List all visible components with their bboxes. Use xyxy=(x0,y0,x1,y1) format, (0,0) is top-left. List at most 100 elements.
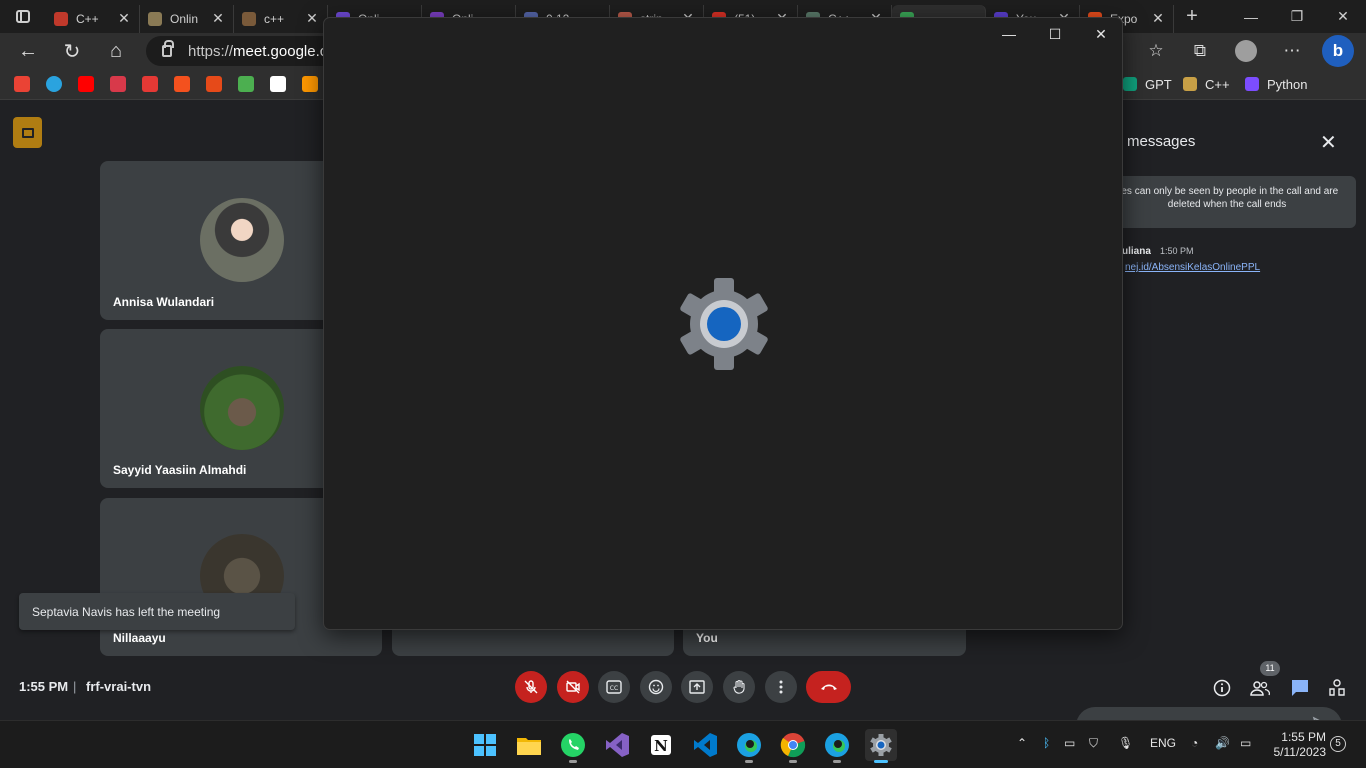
bing-icon[interactable]: b xyxy=(1322,35,1354,67)
meeting-time: 1:55 PM xyxy=(19,679,69,694)
tab-actions-icon xyxy=(16,10,30,23)
raise-hand-button[interactable] xyxy=(723,671,755,703)
leave-call-button[interactable] xyxy=(806,671,851,703)
language-indicator[interactable]: ENG xyxy=(1150,736,1176,750)
mic-off-icon xyxy=(524,680,538,694)
chat-icon[interactable] xyxy=(1289,677,1311,699)
file-explorer-icon[interactable] xyxy=(513,729,545,761)
meeting-details-icon[interactable] xyxy=(1211,677,1233,699)
notion-icon[interactable] xyxy=(270,76,286,92)
browser-tab[interactable]: Onlin ✕ xyxy=(140,4,234,33)
bookmark-label: Python xyxy=(1267,76,1308,92)
chrome-icon[interactable] xyxy=(777,729,809,763)
bookmark-icon[interactable] xyxy=(142,76,158,92)
bookmark-gpt[interactable]: GPT xyxy=(1123,76,1172,92)
close-icon[interactable]: ✕ xyxy=(1320,130,1337,155)
battery-icon[interactable]: ▭ xyxy=(1240,736,1251,750)
participant-count-badge: 11 xyxy=(1260,661,1280,676)
camera-toggle-button[interactable] xyxy=(557,671,589,703)
close-icon[interactable]: ✕ xyxy=(1320,0,1366,33)
minimize-icon[interactable]: — xyxy=(986,18,1032,50)
more-menu-icon[interactable]: ⋯ xyxy=(1278,37,1306,65)
url-scheme: https:// xyxy=(188,42,234,60)
clock-date: 5/11/2023 xyxy=(1273,745,1327,759)
back-icon[interactable]: ← xyxy=(14,37,42,65)
tray-app-icon[interactable]: ▭ xyxy=(1064,736,1075,750)
browser-window-controls: — ❐ ✕ xyxy=(1228,0,1366,33)
chat-notice: ges can only be seen by people in the ca… xyxy=(1098,176,1356,228)
present-screen-button[interactable] xyxy=(681,671,713,703)
tab-close-icon[interactable]: ✕ xyxy=(117,10,131,27)
more-options-button[interactable] xyxy=(765,671,797,703)
close-icon[interactable]: ✕ xyxy=(1078,18,1124,50)
telegram-icon[interactable] xyxy=(46,76,62,92)
reactions-button[interactable] xyxy=(640,671,672,703)
tab-favicon-icon xyxy=(242,11,256,26)
whatsapp-icon[interactable] xyxy=(557,729,589,763)
system-clock[interactable]: 1:55 PM 5/11/2023 xyxy=(1268,730,1327,760)
bookmark-label: C++ xyxy=(1205,76,1230,92)
bookmark-icon[interactable] xyxy=(206,76,222,92)
gmail-icon[interactable] xyxy=(14,76,30,92)
browser-tab[interactable]: c++ ✕ xyxy=(234,4,328,33)
bookmark-icon[interactable] xyxy=(174,76,190,92)
tab-close-icon[interactable]: ✕ xyxy=(211,10,225,27)
bookmark-python[interactable]: Python xyxy=(1245,76,1307,92)
people-icon[interactable] xyxy=(1249,677,1271,699)
present-icon xyxy=(689,680,705,694)
start-icon[interactable] xyxy=(469,729,501,761)
notification-toast: Septavia Navis has left the meeting xyxy=(19,593,295,630)
running-indicator xyxy=(745,760,753,763)
activities-icon[interactable] xyxy=(1326,677,1348,699)
minimize-icon[interactable]: — xyxy=(1228,0,1274,33)
tab-actions-button[interactable] xyxy=(0,0,46,33)
chat-panel: messages ✕ ges can only be seen by peopl… xyxy=(1098,114,1366,654)
bookmark-favicon-icon xyxy=(1183,77,1197,91)
bookmark-cpp[interactable]: C++ xyxy=(1183,76,1230,92)
tab-close-icon[interactable]: ✕ xyxy=(1151,10,1165,27)
bookmark-icon[interactable] xyxy=(110,76,126,92)
refresh-icon[interactable]: ↻ xyxy=(58,37,86,65)
notification-count-badge[interactable]: 5 xyxy=(1330,736,1346,752)
running-indicator xyxy=(833,760,841,763)
message-link[interactable]: nej.id/AbsensiKelasOnlinePPL xyxy=(1125,262,1260,273)
visual-studio-icon[interactable] xyxy=(601,729,633,761)
youtube-icon[interactable] xyxy=(78,76,94,92)
more-vert-icon xyxy=(779,680,783,694)
chevron-up-icon[interactable]: ⌃ xyxy=(1017,736,1027,750)
tab-favicon-icon xyxy=(54,11,68,26)
active-indicator xyxy=(874,760,888,763)
maximize-icon[interactable]: ☐ xyxy=(1032,18,1078,50)
shield-icon[interactable]: ⛉ xyxy=(1089,736,1098,751)
tab-title: C++ xyxy=(76,11,99,26)
profile-avatar[interactable] xyxy=(1232,37,1260,65)
participant-name: You xyxy=(696,631,718,645)
running-indicator xyxy=(789,760,797,763)
microphone-icon[interactable]: 🎙 xyxy=(1118,736,1133,750)
restore-icon[interactable]: ❐ xyxy=(1274,0,1320,33)
captions-button[interactable]: CC xyxy=(598,671,630,703)
bookmark-icon[interactable] xyxy=(238,76,254,92)
notion-app-icon[interactable]: N xyxy=(645,729,677,761)
tab-close-icon[interactable]: ✕ xyxy=(305,10,319,27)
message-time: 1:50 PM xyxy=(1160,246,1194,256)
new-tab-button[interactable]: + xyxy=(1174,5,1210,28)
collections-icon[interactable]: ⧉ xyxy=(1186,37,1214,65)
bluetooth-icon[interactable]: ᛒ xyxy=(1043,736,1050,750)
volume-icon[interactable]: 🔊 xyxy=(1215,736,1230,750)
browser-tab[interactable]: C++ ✕ xyxy=(46,4,140,33)
wifi-icon[interactable]: ◔ xyxy=(1191,736,1198,750)
vscode-icon[interactable] xyxy=(689,729,721,761)
mic-toggle-button[interactable] xyxy=(515,671,547,703)
svg-text:CC: CC xyxy=(610,685,618,692)
host-controls-icon[interactable] xyxy=(13,117,42,148)
settings-taskbar-icon[interactable] xyxy=(865,729,897,763)
edge-icon[interactable] xyxy=(821,729,853,763)
end-call-icon xyxy=(820,684,837,690)
home-icon[interactable]: ⌂ xyxy=(102,37,130,65)
avatar xyxy=(200,366,284,450)
edge-icon[interactable] xyxy=(733,729,765,763)
bookmark-icon[interactable] xyxy=(302,76,318,92)
settings-app-window: — ☐ ✕ xyxy=(323,17,1123,630)
favorites-icon[interactable]: ☆ xyxy=(1142,37,1170,65)
